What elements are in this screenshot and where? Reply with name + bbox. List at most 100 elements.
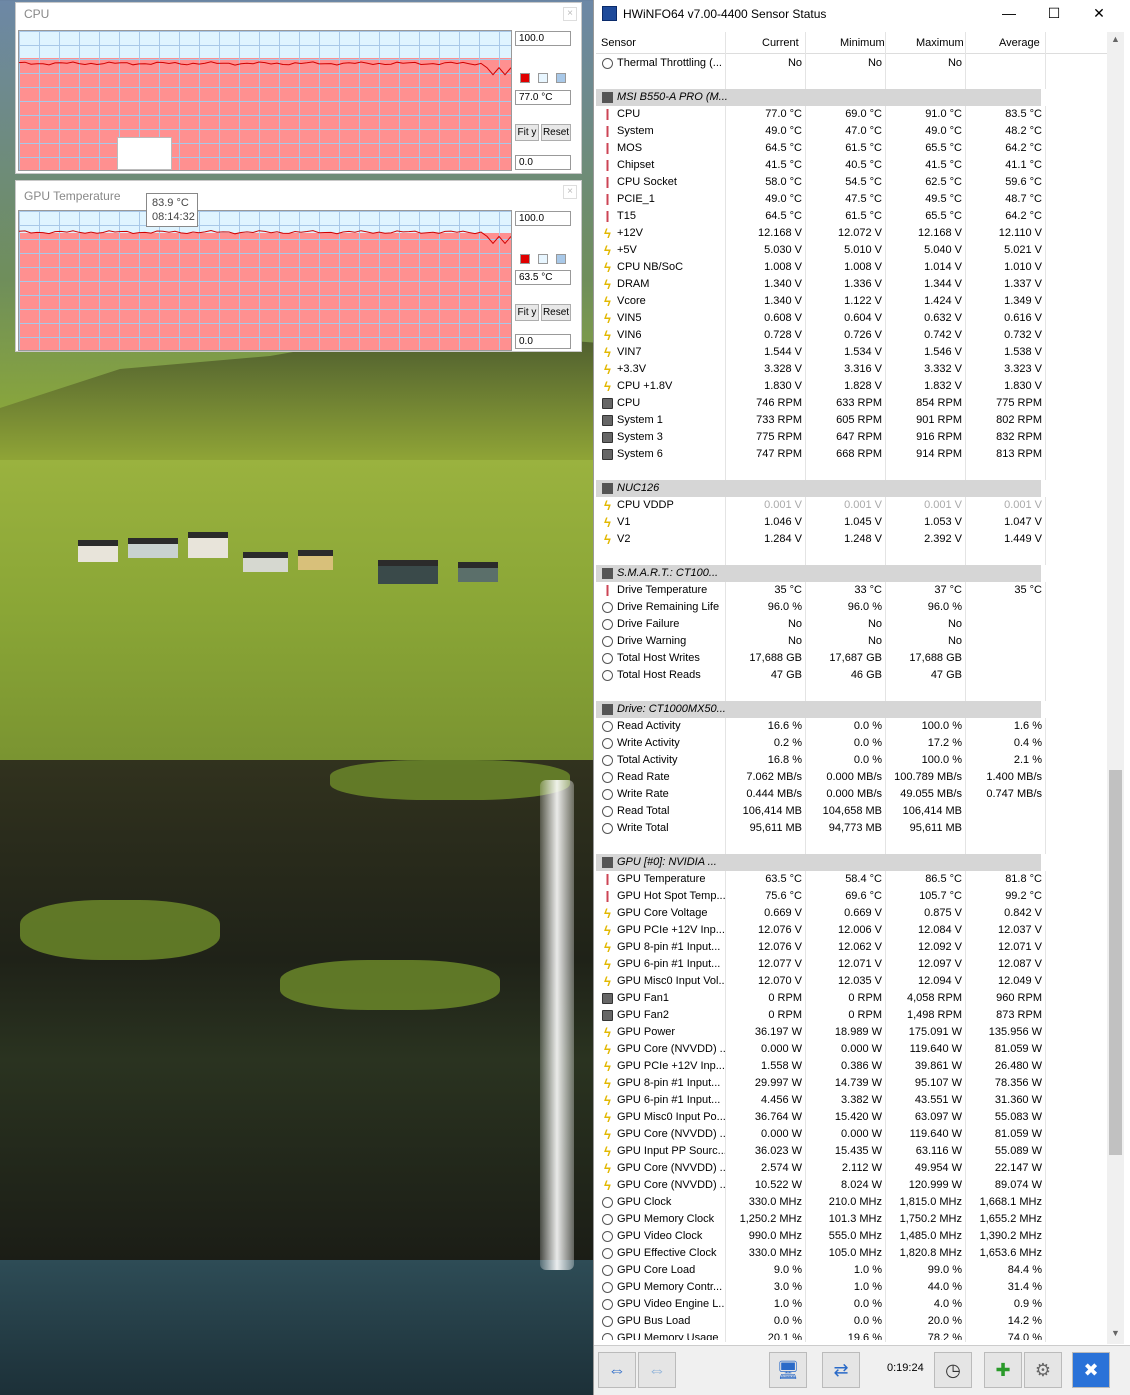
sensor-row[interactable]: ϟ GPU Core (NVVDD) ... 0.000 W 0.000 W 119.6… — [596, 1126, 1118, 1143]
fit-y-button[interactable]: Fit y — [515, 124, 539, 141]
sensor-row[interactable]: ϟ +5V 5.030 V 5.010 V 5.040 V 5.021 V — [596, 242, 1118, 259]
header-minimum[interactable]: Minimum — [840, 37, 885, 49]
sensor-row[interactable]: GPU Temperature 63.5 °C 58.4 °C 86.5 °C 81.8… — [596, 871, 1118, 888]
clock-icon[interactable]: ◷ — [934, 1352, 972, 1388]
sensor-row[interactable]: ϟ GPU Power 36.197 W 18.989 W 175.091 W 135.9… — [596, 1024, 1118, 1041]
sensor-row[interactable]: ϟ GPU Core (NVVDD) ... 2.574 W 2.112 W 49.95… — [596, 1160, 1118, 1177]
sensor-row[interactable]: Drive Remaining Life 96.0 % 96.0 % 96.0 % — [596, 599, 1118, 616]
gpu-graph-window[interactable]: GPU Temperature × 100.0 63.5 °C Fit y Re… — [15, 180, 582, 352]
header-current[interactable]: Current — [762, 37, 799, 49]
sensor-row[interactable]: GPU Effective Clock 330.0 MHz 105.0 MHz 1,8… — [596, 1245, 1118, 1262]
sensor-row[interactable]: Total Host Reads 47 GB 46 GB 47 GB — [596, 667, 1118, 684]
sensor-row[interactable]: Total Activity 16.8 % 0.0 % 100.0 % 2.1 % — [596, 752, 1118, 769]
sensor-row[interactable]: GPU Video Clock 990.0 MHz 555.0 MHz 1,485.0… — [596, 1228, 1118, 1245]
sensor-row[interactable]: ϟ CPU NB/SoC 1.008 V 1.008 V 1.014 V 1.010 V — [596, 259, 1118, 276]
sensor-row[interactable]: PCIE_1 49.0 °C 47.5 °C 49.5 °C 48.7 °C — [596, 191, 1118, 208]
sensor-row[interactable]: ϟ GPU Misc0 Input Vol... 12.070 V 12.035 V 1… — [596, 973, 1118, 990]
expand-arrows-icon[interactable]: ⇔ — [598, 1352, 636, 1388]
sensor-row[interactable]: Read Rate 7.062 MB/s 0.000 MB/s 100.789 MB/… — [596, 769, 1118, 786]
close-icon[interactable]: ✕ — [1079, 4, 1119, 24]
sensor-row[interactable]: Thermal Throttling (... No No No — [596, 55, 1118, 72]
sensor-row[interactable]: ϟ GPU Misc0 Input Po... 36.764 W 15.420 W 63… — [596, 1109, 1118, 1126]
sensor-row[interactable]: GPU Video Engine L... 1.0 % 0.0 % 4.0 % 0.9 … — [596, 1296, 1118, 1313]
sensor-group-row[interactable]: Drive: CT1000MX50... — [596, 701, 1118, 718]
sensor-row[interactable]: System 6 747 RPM 668 RPM 914 RPM 813 RPM — [596, 446, 1118, 463]
sensor-row[interactable]: ϟ +3.3V 3.328 V 3.316 V 3.332 V 3.323 V — [596, 361, 1118, 378]
fit-y-button[interactable]: Fit y — [515, 304, 539, 321]
sensor-row[interactable]: ϟ GPU 8-pin #1 Input... 29.997 W 14.739 W 95… — [596, 1075, 1118, 1092]
header-sensor[interactable]: Sensor — [601, 37, 636, 49]
background-color-swatch[interactable] — [538, 254, 548, 264]
sensor-row[interactable]: ϟ V2 1.284 V 1.248 V 2.392 V 1.449 V — [596, 531, 1118, 548]
sensor-row[interactable]: ϟ V1 1.046 V 1.045 V 1.053 V 1.047 V — [596, 514, 1118, 531]
sensor-row[interactable]: GPU Fan1 0 RPM 0 RPM 4,058 RPM 960 RPM — [596, 990, 1118, 1007]
sensor-row[interactable]: GPU Fan2 0 RPM 0 RPM 1,498 RPM 873 RPM — [596, 1007, 1118, 1024]
graph-min-field[interactable]: 0.0 — [515, 334, 571, 349]
sensor-row[interactable]: CPU 77.0 °C 69.0 °C 91.0 °C 83.5 °C — [596, 106, 1118, 123]
sensor-row[interactable]: Read Total 106,414 MB 104,658 MB 106,414 MB — [596, 803, 1118, 820]
sensor-row[interactable]: Write Rate 0.444 MB/s 0.000 MB/s 49.055 MB/… — [596, 786, 1118, 803]
close-icon[interactable]: × — [563, 7, 577, 21]
graph-max-field[interactable]: 100.0 — [515, 211, 571, 226]
maximize-icon[interactable]: ☐ — [1034, 4, 1074, 24]
sensor-row[interactable]: System 1 733 RPM 605 RPM 901 RPM 802 RPM — [596, 412, 1118, 429]
sensor-row[interactable]: GPU Hot Spot Temp... 75.6 °C 69.6 °C 105.7 … — [596, 888, 1118, 905]
minimize-icon[interactable]: — — [989, 4, 1029, 24]
network-icon[interactable]: ⇄ — [822, 1352, 860, 1388]
graph-max-field[interactable]: 100.0 — [515, 31, 571, 46]
sensor-row[interactable]: CPU Socket 58.0 °C 54.5 °C 62.5 °C 59.6 °C — [596, 174, 1118, 191]
sensor-row[interactable]: Write Total 95,611 MB 94,773 MB 95,611 MB — [596, 820, 1118, 837]
sensor-row[interactable]: ϟ VIN6 0.728 V 0.726 V 0.742 V 0.732 V — [596, 327, 1118, 344]
sensor-row[interactable]: GPU Memory Clock 1,250.2 MHz 101.3 MHz 1,75… — [596, 1211, 1118, 1228]
sensor-row[interactable]: ϟ GPU PCIe +12V Inp... 12.076 V 12.006 V 12.… — [596, 922, 1118, 939]
sensor-row[interactable]: Drive Failure No No No — [596, 616, 1118, 633]
sensor-row[interactable]: ϟ VIN7 1.544 V 1.534 V 1.546 V 1.538 V — [596, 344, 1118, 361]
sensor-row[interactable]: Total Host Writes 17,688 GB 17,687 GB 17,68… — [596, 650, 1118, 667]
sensor-row[interactable]: GPU Memory Contr... 3.0 % 1.0 % 44.0 % 31.4 … — [596, 1279, 1118, 1296]
sensor-group-row[interactable]: NUC126 — [596, 480, 1118, 497]
sensor-row[interactable]: ϟ GPU 8-pin #1 Input... 12.076 V 12.062 V 12… — [596, 939, 1118, 956]
scroll-up-icon[interactable]: ▲ — [1107, 34, 1124, 50]
reset-button[interactable]: Reset — [541, 124, 571, 141]
grid-color-swatch[interactable] — [556, 73, 566, 83]
sensor-row[interactable]: ϟ GPU 6-pin #1 Input... 4.456 W 3.382 W 43.5… — [596, 1092, 1118, 1109]
sensor-row[interactable]: Chipset 41.5 °C 40.5 °C 41.5 °C 41.1 °C — [596, 157, 1118, 174]
close-button-icon[interactable]: ✖ — [1072, 1352, 1110, 1388]
title-bar[interactable]: HWiNFO64 v7.00-4400 Sensor Status — ☐ ✕ — [594, 0, 1130, 28]
sensor-row[interactable]: MOS 64.5 °C 61.5 °C 65.5 °C 64.2 °C — [596, 140, 1118, 157]
sensor-row[interactable]: ϟ GPU 6-pin #1 Input... 12.077 V 12.071 V 12… — [596, 956, 1118, 973]
sensor-row[interactable]: ϟ GPU PCIe +12V Inp... 1.558 W 0.386 W 39.86… — [596, 1058, 1118, 1075]
sensor-row[interactable]: ϟ GPU Core Voltage 0.669 V 0.669 V 0.875 V 0.… — [596, 905, 1118, 922]
monitor-icon[interactable]: 🖥 — [769, 1352, 807, 1388]
sensor-group-row[interactable]: MSI B550-A PRO (M... — [596, 89, 1118, 106]
column-header[interactable]: Sensor Current Minimum Maximum Average — [596, 32, 1118, 54]
sensor-row[interactable]: Write Activity 0.2 % 0.0 % 17.2 % 0.4 % — [596, 735, 1118, 752]
sensor-row[interactable]: ϟ CPU VDDP 0.001 V 0.001 V 0.001 V 0.001 V — [596, 497, 1118, 514]
line-color-swatch[interactable] — [520, 73, 530, 83]
scroll-down-icon[interactable]: ▼ — [1107, 1328, 1124, 1344]
sensor-row[interactable]: Drive Warning No No No — [596, 633, 1118, 650]
sensor-row[interactable]: ϟ GPU Input PP Sourc... 36.023 W 15.435 W 63… — [596, 1143, 1118, 1160]
sensor-row[interactable]: ϟ DRAM 1.340 V 1.336 V 1.344 V 1.337 V — [596, 276, 1118, 293]
sensor-row[interactable]: ϟ Vcore 1.340 V 1.122 V 1.424 V 1.349 V — [596, 293, 1118, 310]
line-color-swatch[interactable] — [520, 254, 530, 264]
sensor-row[interactable]: CPU 746 RPM 633 RPM 854 RPM 775 RPM — [596, 395, 1118, 412]
close-icon[interactable]: × — [563, 185, 577, 199]
sensor-row[interactable]: Read Activity 16.6 % 0.0 % 100.0 % 1.6 % — [596, 718, 1118, 735]
header-maximum[interactable]: Maximum — [916, 37, 964, 49]
sensor-row[interactable]: ϟ VIN5 0.608 V 0.604 V 0.632 V 0.616 V — [596, 310, 1118, 327]
sensor-group-row[interactable]: S.M.A.R.T.: CT100... — [596, 565, 1118, 582]
header-average[interactable]: Average — [999, 37, 1040, 49]
sensor-row[interactable]: System 3 775 RPM 647 RPM 916 RPM 832 RPM — [596, 429, 1118, 446]
cpu-graph-window[interactable]: CPU × 100.0 77.0 °C Fit y Reset 0.0 — [15, 2, 582, 174]
background-color-swatch[interactable] — [538, 73, 548, 83]
sensor-row[interactable]: System 49.0 °C 47.0 °C 49.0 °C 48.2 °C — [596, 123, 1118, 140]
hwinfo-window[interactable]: HWiNFO64 v7.00-4400 Sensor Status — ☐ ✕ … — [593, 0, 1130, 1395]
sensor-row[interactable]: Drive Temperature 35 °C 33 °C 37 °C 35 °C — [596, 582, 1118, 599]
sensor-row[interactable]: GPU Clock 330.0 MHz 210.0 MHz 1,815.0 MHz 1,… — [596, 1194, 1118, 1211]
scrollbar-thumb[interactable] — [1109, 770, 1122, 1155]
sensor-row[interactable]: GPU Memory Usage 20.1 % 19.6 % 78.2 % 74.0 % — [596, 1330, 1118, 1340]
vertical-scrollbar[interactable]: ▲ ▼ — [1107, 32, 1124, 1344]
sensor-row[interactable]: ϟ GPU Core (NVVDD) ... 0.000 W 0.000 W 119.6… — [596, 1041, 1118, 1058]
sensor-group-row[interactable]: GPU [#0]: NVIDIA ... — [596, 854, 1118, 871]
